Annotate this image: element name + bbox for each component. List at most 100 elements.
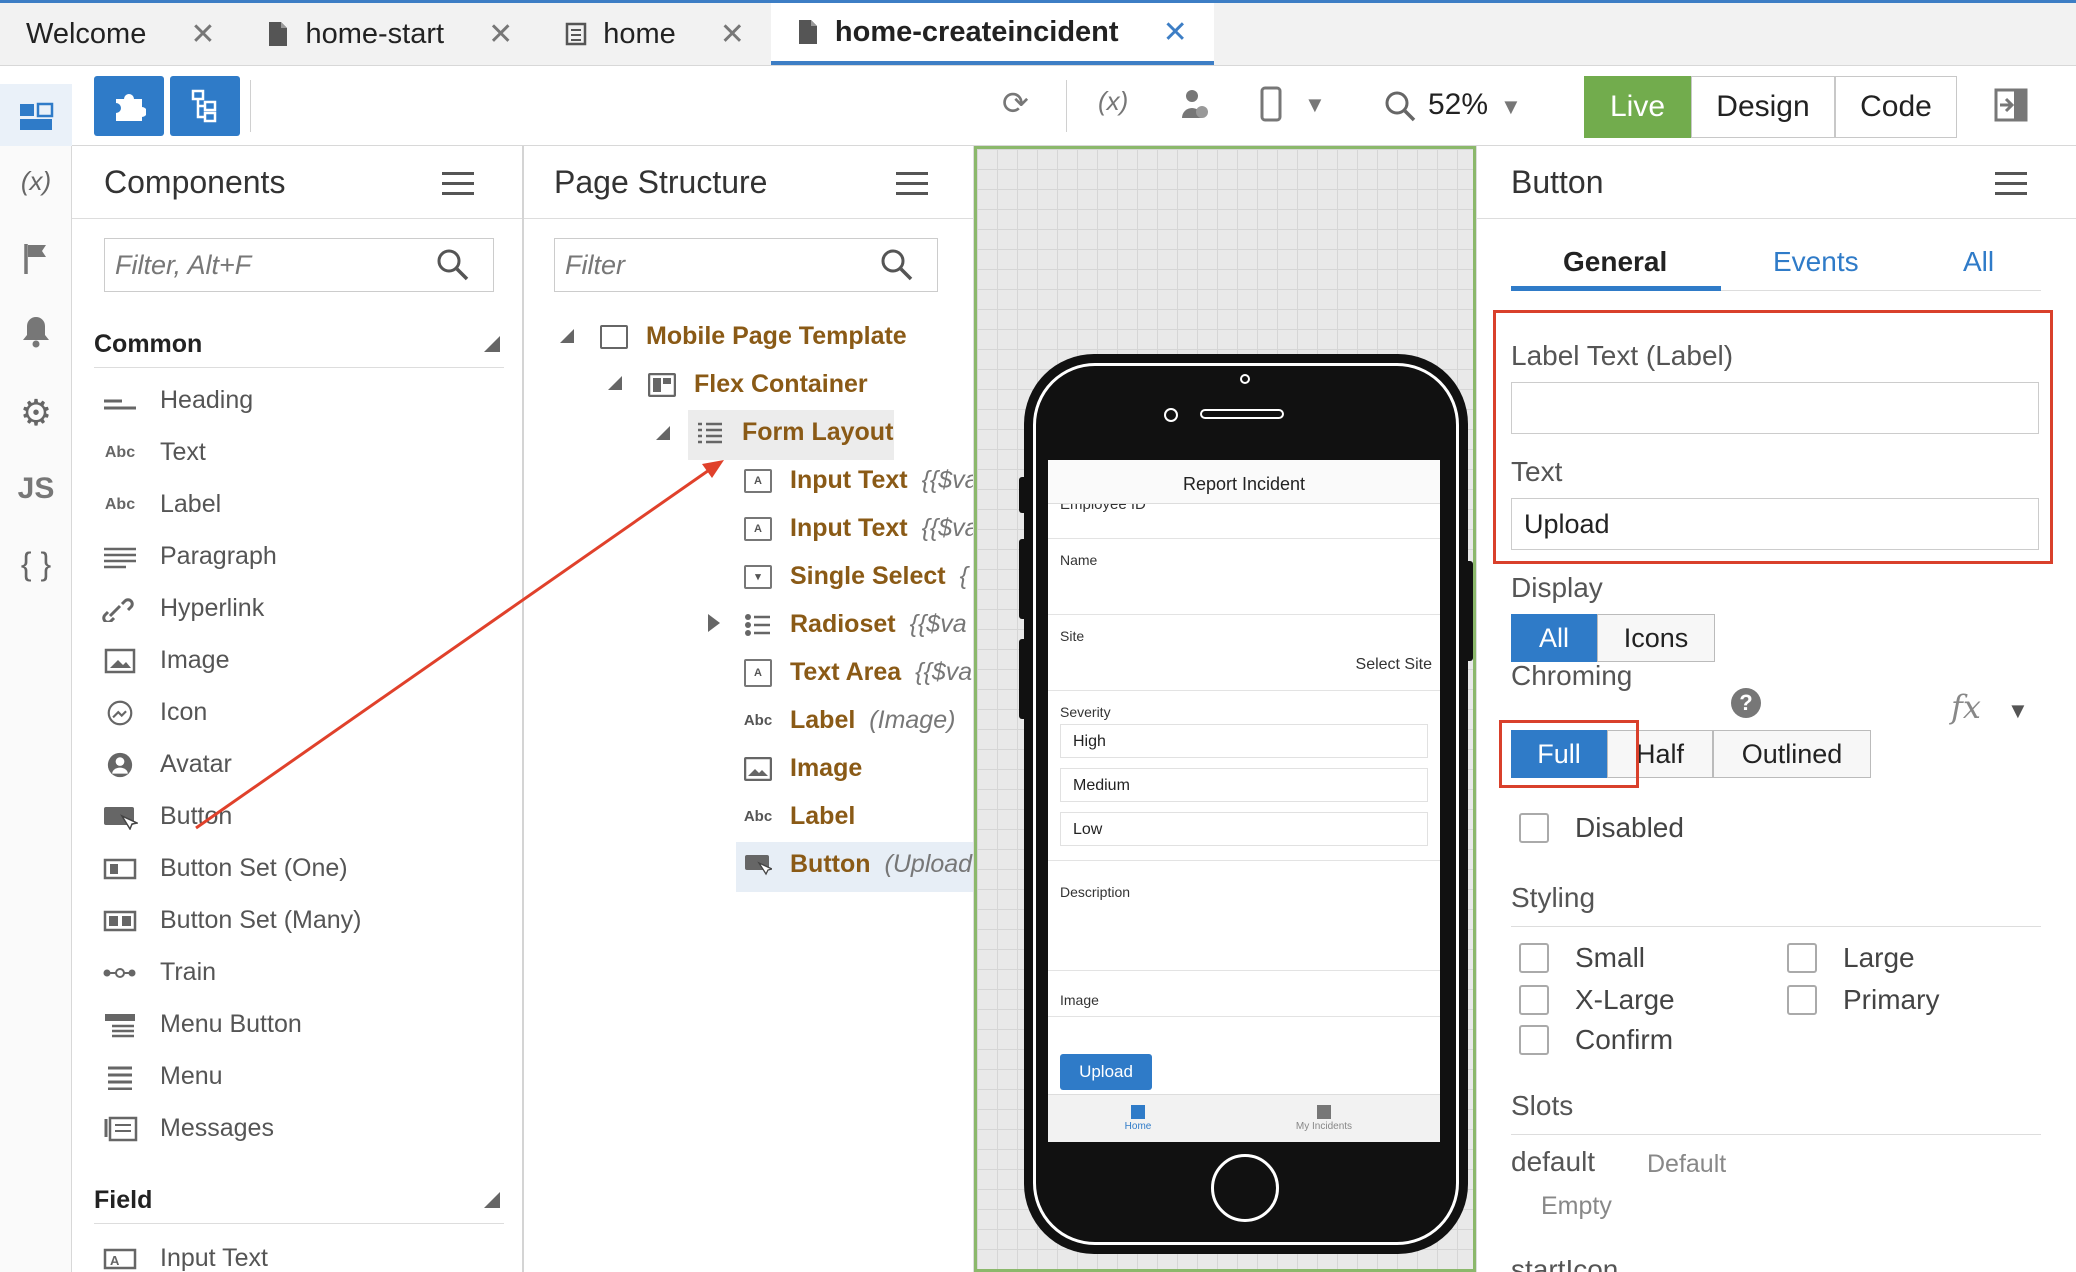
site-select[interactable]: Select Site (1356, 656, 1432, 674)
variables-icon[interactable]: (x) (0, 166, 72, 197)
styling-confirm-checkbox[interactable]: Confirm (1519, 1024, 1673, 1056)
tree-node-form-layout[interactable]: Form Layout (696, 418, 893, 447)
collapse-properties-icon[interactable] (1994, 88, 2028, 122)
field-section-header[interactable]: Field (94, 1186, 504, 1224)
component-hyperlink[interactable]: Hyperlink (102, 594, 264, 623)
tab-all[interactable]: All (1963, 246, 1994, 278)
gear-icon[interactable]: ⚙ (0, 392, 72, 434)
display-icons-button[interactable]: Icons (1597, 614, 1715, 662)
component-avatar[interactable]: Avatar (102, 750, 232, 779)
phone-screen[interactable]: Employee ID Report Incident Name Site Se… (1048, 460, 1440, 1142)
checkbox-box[interactable] (1787, 943, 1817, 973)
chroming-full-button[interactable]: Full (1511, 730, 1607, 778)
severity-option-low[interactable]: Low (1060, 812, 1428, 846)
component-paragraph[interactable]: Paragraph (102, 542, 277, 571)
tree-node-mobile-page-template[interactable]: Mobile Page Template (600, 322, 907, 351)
styling-xlarge-checkbox[interactable]: X-Large (1519, 984, 1675, 1016)
chevron-down-icon[interactable]: ▼ (2007, 698, 2029, 724)
design-mode-button[interactable]: Design (1691, 76, 1835, 138)
page-designer-icon[interactable] (18, 102, 54, 132)
text-input[interactable]: Upload (1511, 498, 2039, 550)
tab-home-start[interactable]: home-start ✕ (241, 3, 539, 65)
live-mode-button[interactable]: Live (1584, 76, 1691, 138)
search-icon[interactable] (436, 248, 470, 282)
fx-icon[interactable]: fx (1951, 688, 1981, 726)
close-icon[interactable]: ✕ (720, 17, 745, 52)
tree-node-label[interactable]: Abc Label (744, 802, 855, 831)
component-button-set-one[interactable]: Button Set (One) (102, 854, 348, 883)
label-text-input[interactable] (1511, 382, 2039, 434)
checkbox-box[interactable] (1519, 943, 1549, 973)
code-mode-button[interactable]: Code (1835, 76, 1957, 138)
components-toggle-button[interactable] (94, 76, 164, 136)
component-icon[interactable]: Icon (102, 698, 207, 727)
component-heading[interactable]: Heading (102, 386, 253, 415)
upload-button[interactable]: Upload (1060, 1054, 1152, 1090)
tree-node-button[interactable]: Button (Upload (744, 850, 972, 879)
chroming-half-button[interactable]: Half (1607, 730, 1713, 778)
mobile-device-icon[interactable] (1260, 86, 1282, 122)
close-icon[interactable]: ✕ (190, 17, 215, 52)
checkbox-box[interactable] (1519, 813, 1549, 843)
styling-small-checkbox[interactable]: Small (1519, 942, 1645, 974)
refresh-icon[interactable]: ⟳ (1002, 84, 1029, 122)
common-section-header[interactable]: Common (94, 330, 504, 368)
tree-node-input-text[interactable]: A Input Text {{$va (744, 466, 973, 495)
bell-icon[interactable] (20, 314, 52, 348)
collapsed-caret-icon[interactable] (708, 614, 720, 632)
tree-node-single-select[interactable]: ▾ Single Select { (744, 562, 968, 591)
severity-option-medium[interactable]: Medium (1060, 768, 1428, 802)
hamburger-menu-icon[interactable] (1995, 172, 2027, 198)
checkbox-box[interactable] (1519, 985, 1549, 1015)
component-label[interactable]: Abc Label (102, 490, 221, 519)
close-icon[interactable]: ✕ (1163, 15, 1188, 50)
close-icon[interactable]: ✕ (488, 17, 513, 52)
user-roles-icon[interactable] (1180, 88, 1210, 124)
component-text[interactable]: Abc Text (102, 438, 206, 467)
nav-tab-home[interactable]: Home (1078, 1105, 1198, 1132)
variables-icon[interactable]: (x) (1098, 86, 1128, 117)
chevron-down-icon[interactable]: ▼ (1304, 92, 1326, 118)
component-button[interactable]: Button (102, 802, 232, 831)
severity-option-high[interactable]: High (1060, 724, 1428, 758)
component-button-set-many[interactable]: Button Set (Many) (102, 906, 361, 935)
collapse-triangle-icon[interactable] (484, 336, 500, 352)
tab-home-createincident[interactable]: home-createincident ✕ (770, 3, 1214, 65)
zoom-icon[interactable] (1384, 90, 1416, 122)
chevron-down-icon[interactable]: ▼ (1500, 94, 1522, 120)
checkbox-box[interactable] (1519, 1025, 1549, 1055)
hamburger-menu-icon[interactable] (442, 172, 474, 198)
expand-caret-icon[interactable] (656, 426, 670, 440)
tree-node-flex-container[interactable]: Flex Container (648, 370, 868, 399)
styling-large-checkbox[interactable]: Large (1787, 942, 1915, 974)
tree-node-radioset[interactable]: Radioset {{$va (744, 610, 967, 639)
nav-tab-my-incidents[interactable]: My Incidents (1264, 1105, 1384, 1132)
checkbox-box[interactable] (1787, 985, 1817, 1015)
tab-general[interactable]: General (1563, 246, 1667, 278)
expand-caret-icon[interactable] (608, 376, 622, 390)
tree-node-label[interactable]: Abc Label (Image) (744, 706, 956, 735)
js-icon[interactable]: JS (0, 472, 72, 506)
display-all-button[interactable]: All (1511, 614, 1597, 662)
tree-node-image[interactable]: Image (744, 754, 862, 783)
tree-node-text-area[interactable]: A Text Area {{$va (744, 658, 972, 687)
search-icon[interactable] (880, 248, 914, 282)
component-menu[interactable]: Menu (102, 1062, 223, 1091)
component-input-text[interactable]: A Input Text (102, 1244, 268, 1272)
design-canvas[interactable]: Employee ID Report Incident Name Site Se… (974, 146, 1476, 1272)
component-messages[interactable]: Messages (102, 1114, 274, 1143)
json-icon[interactable]: { } (0, 546, 72, 583)
tab-home[interactable]: home ✕ (539, 3, 771, 65)
disabled-checkbox[interactable]: Disabled (1519, 812, 1684, 844)
component-image[interactable]: Image (102, 646, 229, 675)
component-train[interactable]: Train (102, 958, 216, 987)
styling-primary-checkbox[interactable]: Primary (1787, 984, 1939, 1016)
tree-node-input-text[interactable]: A Input Text {{$va (744, 514, 973, 543)
structure-toggle-button[interactable] (170, 76, 240, 136)
zoom-level[interactable]: 52% (1428, 88, 1488, 122)
tab-events[interactable]: Events (1773, 246, 1859, 278)
help-icon[interactable]: ? (1731, 688, 1761, 718)
hamburger-menu-icon[interactable] (896, 172, 928, 198)
collapse-triangle-icon[interactable] (484, 1192, 500, 1208)
flag-icon[interactable] (22, 242, 50, 276)
